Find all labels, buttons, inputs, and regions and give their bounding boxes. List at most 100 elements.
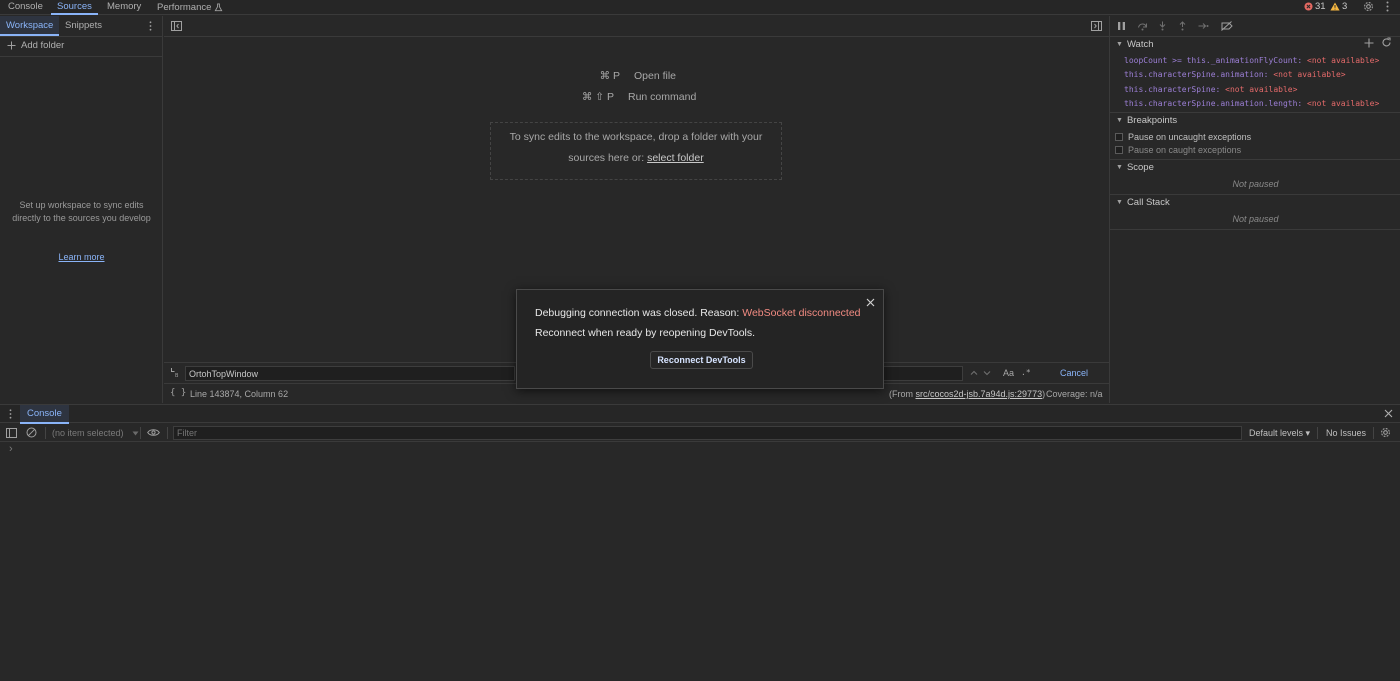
svg-text:B: B xyxy=(175,373,179,378)
watch-value: <not available> xyxy=(1307,99,1380,108)
warning-count: 3 xyxy=(1342,1,1348,12)
tab-snippets[interactable]: Snippets xyxy=(59,16,108,36)
watch-section-header[interactable]: ▼ Watch xyxy=(1116,39,1154,50)
drop-zone-text: To sync edits to the workspace, drop a f… xyxy=(509,131,763,164)
shortcut-keys: ⌘ P xyxy=(599,70,620,82)
close-drawer-icon[interactable] xyxy=(1384,409,1393,418)
add-folder-label: Add folder xyxy=(21,40,65,51)
checkbox[interactable] xyxy=(1115,146,1123,154)
toggle-navigator-icon[interactable] xyxy=(171,21,182,31)
console-output[interactable]: › xyxy=(0,443,1400,678)
tab-memory[interactable]: Memory xyxy=(107,0,141,15)
cancel-search-button[interactable]: Cancel xyxy=(1060,368,1088,378)
dialog-message: Debugging connection was closed. Reason:… xyxy=(535,307,861,319)
pause-caught-checkbox[interactable]: Pause on caught exceptions xyxy=(1115,145,1241,155)
pause-icon[interactable] xyxy=(1117,21,1126,31)
refresh-icon[interactable] xyxy=(1381,37,1392,48)
tab-sources[interactable]: Sources xyxy=(51,0,98,15)
debugger-sidebar: ▼ Watch loopCount >= this._animationFlyC… xyxy=(1109,16,1400,403)
reconnect-devtools-button[interactable]: Reconnect DevTools xyxy=(650,351,753,369)
error-count: 31 xyxy=(1315,1,1326,12)
console-prompt[interactable]: › xyxy=(9,443,13,455)
console-toolbar: (no item selected) Default levels ▾ No I… xyxy=(0,424,1400,442)
divider xyxy=(0,36,163,37)
log-levels-dropdown[interactable]: Default levels ▾ xyxy=(1249,428,1310,439)
checkbox[interactable] xyxy=(1115,133,1123,141)
divider xyxy=(0,56,163,57)
main-tab-bar: Console Sources Memory Performance 31 3 xyxy=(0,0,1400,15)
tab-console[interactable]: Console xyxy=(8,0,43,15)
more-options-icon[interactable] xyxy=(1386,1,1389,12)
console-settings-gear-icon[interactable] xyxy=(1380,427,1391,438)
scope-section-header[interactable]: ▼ Scope xyxy=(1116,162,1154,173)
settings-gear-icon[interactable] xyxy=(1363,1,1374,12)
expand-triangle-icon: ▼ xyxy=(1116,164,1123,171)
callstack-title: Call Stack xyxy=(1126,197,1170,208)
tab-performance-label: Performance xyxy=(157,1,212,13)
watch-item[interactable]: loopCount >= this._animationFlyCount: <n… xyxy=(1124,56,1379,65)
pause-uncaught-checkbox[interactable]: Pause on uncaught exceptions xyxy=(1115,132,1251,142)
watch-expression: this.characterSpine.animation: xyxy=(1124,70,1269,79)
callstack-section-header[interactable]: ▼ Call Stack xyxy=(1116,197,1170,208)
select-folder-link[interactable]: select folder xyxy=(647,152,704,164)
toggle-debugger-icon[interactable] xyxy=(1091,21,1102,31)
step-icon[interactable] xyxy=(1198,21,1209,31)
workspace-drop-zone[interactable]: To sync edits to the workspace, drop a f… xyxy=(490,122,782,180)
disconnect-reason: WebSocket disconnected xyxy=(742,307,861,319)
divider xyxy=(45,427,46,439)
tab-workspace[interactable]: Workspace xyxy=(0,16,60,36)
learn-more-link[interactable]: Learn more xyxy=(0,252,163,262)
issues-button[interactable]: No Issues xyxy=(1326,428,1366,438)
divider xyxy=(1373,427,1374,439)
regex-button[interactable]: .* xyxy=(1021,368,1031,377)
watch-expression: this.characterSpine: xyxy=(1124,85,1221,94)
pretty-print-icon[interactable]: { } xyxy=(170,388,186,398)
drawer-tab-console[interactable]: Console xyxy=(20,405,69,424)
source-link[interactable]: src/cocos2d-jsb.7a94d.js:29773 xyxy=(916,389,1043,399)
sidebar-toggle-icon[interactable] xyxy=(6,428,17,438)
flask-icon xyxy=(214,3,223,12)
checkbox-label: Pause on caught exceptions xyxy=(1128,145,1242,155)
warning-counter[interactable]: 3 xyxy=(1330,1,1347,12)
previous-match-icon[interactable] xyxy=(969,368,979,378)
step-out-icon[interactable] xyxy=(1178,21,1187,31)
clear-console-icon[interactable] xyxy=(26,427,37,438)
live-expression-eye-icon[interactable] xyxy=(147,428,160,437)
shortcut-label: Run command xyxy=(628,91,697,103)
watch-value: <not available> xyxy=(1307,56,1380,65)
source-prefix: (From xyxy=(889,389,916,399)
coverage-status: Coverage: n/a xyxy=(1046,389,1103,399)
add-watch-icon[interactable] xyxy=(1364,38,1374,48)
watch-title: Watch xyxy=(1126,39,1154,50)
deactivate-breakpoints-icon[interactable] xyxy=(1221,21,1233,31)
shortcut-label: Open file xyxy=(634,70,677,82)
navigator-more-icon[interactable] xyxy=(149,21,152,31)
step-into-icon[interactable] xyxy=(1158,21,1167,31)
watch-item[interactable]: this.characterSpine: <not available> xyxy=(1124,85,1297,94)
search-input[interactable] xyxy=(185,366,515,381)
step-over-icon[interactable] xyxy=(1137,21,1148,31)
match-case-button[interactable]: Aa xyxy=(1003,368,1014,378)
cursor-position: Line 143874, Column 62 xyxy=(190,389,289,399)
drawer-tab-bar: Console xyxy=(0,404,1400,424)
context-selector[interactable]: (no item selected) xyxy=(52,428,139,438)
breakpoints-section-header[interactable]: ▼ Breakpoints xyxy=(1116,115,1177,126)
dialog-message-secondary: Reconnect when ready by reopening DevToo… xyxy=(535,327,756,339)
dropdown-arrow-icon xyxy=(132,428,139,438)
drawer-menu-icon[interactable] xyxy=(9,409,12,419)
next-match-icon[interactable] xyxy=(982,368,992,378)
error-counter[interactable]: 31 xyxy=(1304,1,1326,12)
console-filter-input[interactable] xyxy=(173,426,1242,440)
watch-item[interactable]: this.characterSpine.animation.length: <n… xyxy=(1124,99,1379,108)
close-icon[interactable] xyxy=(864,296,876,308)
watch-value: <not available> xyxy=(1225,85,1298,94)
context-selector-label: (no item selected) xyxy=(52,428,124,438)
watch-expression: this.characterSpine.animation.length: xyxy=(1124,99,1303,108)
watch-value: <not available> xyxy=(1273,70,1346,79)
watch-item[interactable]: this.characterSpine.animation: <not avai… xyxy=(1124,70,1346,79)
source-info: (From src/cocos2d-jsb.7a94d.js:29773) xyxy=(889,389,1045,399)
tab-performance[interactable]: Performance xyxy=(157,0,223,15)
add-folder-button[interactable]: Add folder xyxy=(7,40,64,51)
replace-toggle-icon[interactable]: B xyxy=(170,367,181,378)
divider xyxy=(1110,194,1400,195)
